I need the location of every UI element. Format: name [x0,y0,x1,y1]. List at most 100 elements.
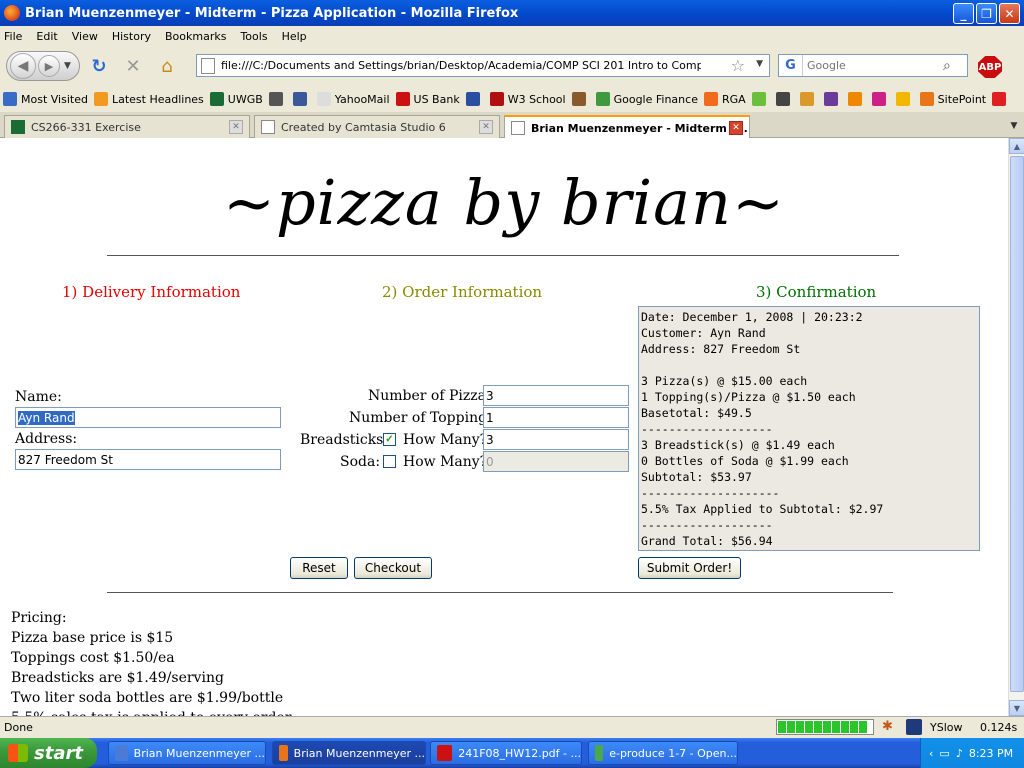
yslow-icon[interactable] [906,719,922,735]
confirmation-line [641,357,977,373]
firebug-icon[interactable]: ✱ [882,719,898,735]
checkout-button[interactable]: Checkout [354,557,432,579]
bookmark-icon [268,92,283,106]
reset-button[interactable]: Reset [290,557,348,579]
confirmation-line: 1 Topping(s)/Pizza @ $1.50 each [641,390,856,404]
bookmark-icon [992,92,1007,106]
close-tab-icon[interactable]: ✕ [229,120,243,134]
scroll-up-icon[interactable]: ▲ [1009,138,1024,154]
tab-list-dropdown-icon[interactable]: ▼ [1006,117,1022,135]
confirmation-textarea[interactable]: Date: December 1, 2008 | 20:23:2 Customer… [638,306,980,551]
menu-file[interactable]: File [4,30,22,43]
yslow-label[interactable]: YSlow [930,721,962,734]
progress-segment [859,721,867,733]
submit-order-button[interactable]: Submit Order! [638,557,741,579]
bookmark-item[interactable]: Most Visited [3,92,88,106]
bookmark-item[interactable]: SitePoint [919,92,986,106]
vertical-scrollbar[interactable]: ▲ ▼ [1008,138,1024,716]
stop-button[interactable]: ✕ [118,51,148,81]
search-icon[interactable]: ⌕ [943,58,951,74]
confirmation-line: Customer: Ayn Rand [641,326,766,340]
reload-button[interactable]: ↻ [84,51,114,81]
taskbar-task[interactable]: Brian Muenzenmeyer ... [108,741,266,765]
minimize-button[interactable]: _ [953,3,974,24]
tray-arrow-icon[interactable]: ‹ [929,747,933,760]
name-field[interactable]: Ayn Rand [15,407,281,428]
menu-bookmarks[interactable]: Bookmarks [165,30,226,43]
breadsticks-quantity-field[interactable]: 3 [483,429,629,450]
bookmark-item[interactable]: Latest Headlines [93,92,204,106]
url-dropdown-icon[interactable]: ▼ [756,59,763,69]
menu-tools[interactable]: Tools [240,30,267,43]
bookmark-item[interactable]: US Bank [395,92,460,106]
bookmark-item[interactable] [775,92,794,106]
search-input[interactable] [803,59,943,72]
bookmark-item[interactable] [292,92,311,106]
start-button[interactable]: start [0,738,97,768]
pricing-line: Pizza base price is $15 [11,630,174,646]
bookmark-item[interactable]: Google Finance [595,92,698,106]
url-text[interactable]: file:///C:/Documents and Settings/brian/… [221,59,701,72]
breadsticks-checkbox[interactable]: ✓ [383,433,396,446]
bookmark-icon [919,92,934,106]
forward-arrow-icon: ▶ [44,59,54,73]
bookmark-icon [489,92,504,106]
bookmark-item[interactable] [268,92,287,106]
url-bar[interactable]: file:///C:/Documents and Settings/brian/… [196,54,770,77]
menu-history[interactable]: History [112,30,151,43]
window-titlebar: Brian Muenzenmeyer - Midterm - Pizza App… [0,0,1024,26]
bookmark-item[interactable]: UWGB [209,92,263,106]
confirmation-line: Address: 827 Freedom St [641,342,801,356]
num-toppings-field[interactable]: 1 [483,407,629,428]
restore-button[interactable]: ❐ [976,3,997,24]
search-engine-icon[interactable]: G [779,55,803,76]
taskbar-task[interactable]: Brian Muenzenmeyer ... [272,741,426,765]
tab-midterm[interactable]: Brian Muenzenmeyer - Midterm -... ✕ [504,115,750,139]
close-window-button[interactable]: ✕ [999,3,1020,24]
window-controls: _ ❐ ✕ [953,3,1020,24]
menu-edit[interactable]: Edit [36,30,57,43]
history-dropdown-icon[interactable]: ▼ [64,61,71,71]
bookmark-item[interactable] [571,92,590,106]
scrollbar-thumb[interactable] [1010,156,1024,692]
menu-view[interactable]: View [72,30,98,43]
taskbar-task[interactable]: 241F08_HW12.pdf - ... [430,741,582,765]
bookmark-item[interactable] [823,92,842,106]
address-field[interactable]: 827 Freedom St [15,449,281,470]
network-icon[interactable]: ▭ [939,747,949,760]
bookmark-item[interactable] [847,92,866,106]
bookmark-icon [703,92,718,106]
num-pizzas-field[interactable]: 3 [483,385,629,406]
adblock-plus-icon[interactable]: ABP [978,56,1002,78]
bookmark-item[interactable] [465,92,484,106]
bookmark-item[interactable] [871,92,890,106]
close-tab-icon[interactable]: ✕ [729,121,743,135]
scroll-down-icon[interactable]: ▼ [1009,700,1024,716]
clock: 8:23 PM [968,746,1014,760]
soda-checkbox[interactable] [383,455,396,468]
close-tab-icon[interactable]: ✕ [479,120,493,134]
bookmark-item[interactable] [895,92,914,106]
bookmark-icon [895,92,910,106]
tab-cs266[interactable]: CS266-331 Exercise ✕ [4,115,250,138]
tab-camtasia[interactable]: Created by Camtasia Studio 6 ✕ [254,115,500,138]
volume-icon[interactable]: ♪ [956,747,963,760]
bookmark-item[interactable]: RGA [703,92,746,106]
bookmark-item[interactable] [992,92,1010,106]
taskbar-task[interactable]: e-produce 1-7 - Open... [588,741,738,765]
back-button[interactable]: ◀ [10,53,36,79]
bookmark-item[interactable] [751,92,770,106]
bookmark-item[interactable]: YahooMail [316,92,390,106]
task-icon [115,745,128,761]
task-label: Brian Muenzenmeyer ... [133,746,265,760]
bookmark-icon [465,92,480,106]
bookmark-star-icon[interactable]: ☆ [731,56,745,75]
home-button[interactable]: ⌂ [152,51,182,81]
menu-help[interactable]: Help [282,30,307,43]
bookmark-item[interactable]: W3 School [489,92,566,106]
soda-howmany-label: How Many? [403,454,488,470]
bookmark-item[interactable] [799,92,818,106]
search-bar[interactable]: G ⌕ [778,54,968,77]
page-icon [261,120,275,134]
forward-button[interactable]: ▶ [38,55,60,77]
